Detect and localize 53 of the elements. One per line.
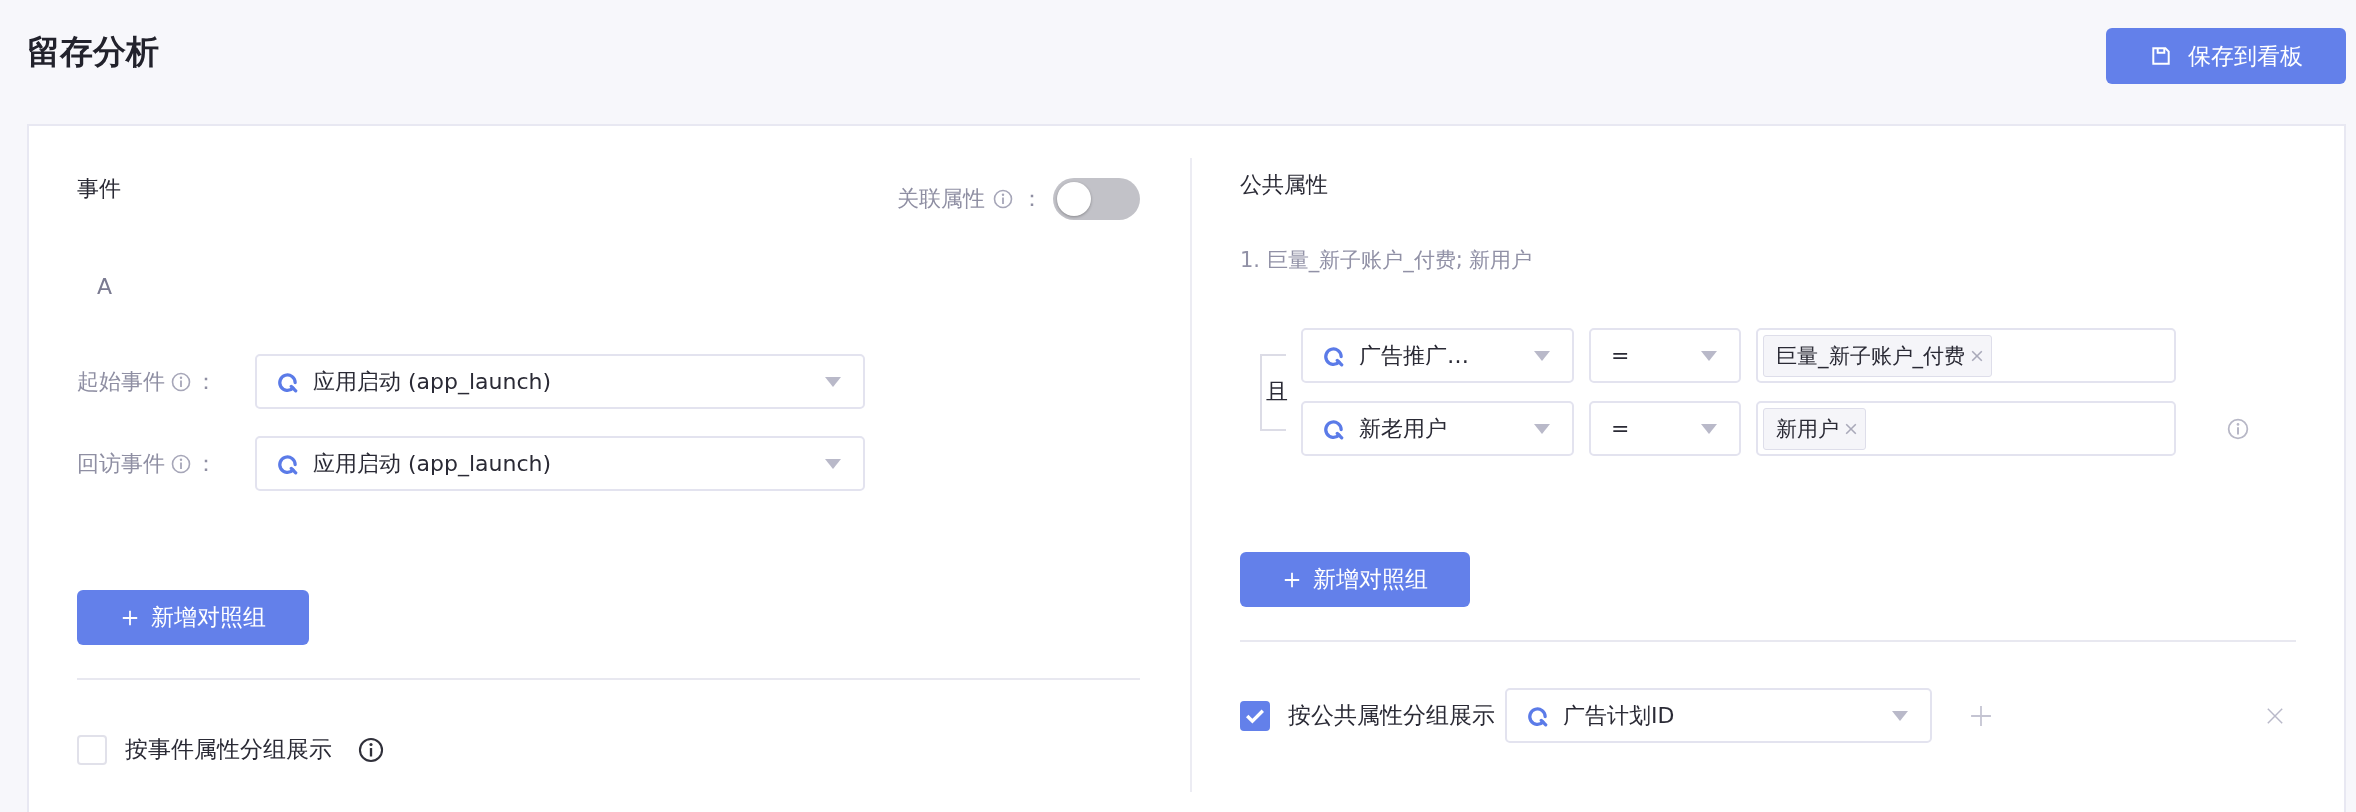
close-icon[interactable]	[1845, 422, 1857, 435]
property-select[interactable]: 广告计划ID	[1505, 688, 1932, 743]
operator-select[interactable]: =	[1589, 401, 1741, 456]
search-icon	[1323, 344, 1345, 367]
property-select[interactable]: 新老用户	[1301, 401, 1574, 456]
add-group-button[interactable]: 新增对照组	[1240, 552, 1470, 607]
colon: ：	[1021, 185, 1043, 213]
caret-icon	[1701, 423, 1717, 434]
search-icon	[277, 452, 299, 475]
field-label: 起始事件	[77, 367, 165, 396]
search-icon	[1527, 704, 1549, 727]
save-button[interactable]: 保存到看板	[2106, 28, 2346, 84]
value-field[interactable]: 新用户	[1756, 401, 2176, 456]
section-title: 公共属性	[1240, 172, 1328, 197]
event-select[interactable]: 应用启动 (app_launch)	[255, 354, 865, 409]
section-title: 事件	[77, 175, 121, 203]
info-icon	[993, 189, 1013, 209]
group-label: A	[97, 274, 114, 299]
operator-select[interactable]: =	[1589, 328, 1741, 383]
value-tag: 巨量_新子账户_付费	[1763, 334, 1992, 377]
close-icon[interactable]	[2266, 706, 2284, 725]
add-group-button[interactable]: 新增对照组	[77, 590, 309, 645]
search-icon	[277, 370, 299, 393]
property-select[interactable]: 广告推广…	[1301, 328, 1574, 383]
info-icon	[358, 736, 384, 763]
filter-summary: 1. 巨量_新子账户_付费; 新用户	[1240, 247, 1534, 274]
colon: ：	[195, 449, 218, 478]
caret-icon	[1534, 423, 1550, 434]
colon: ：	[195, 367, 218, 396]
save-icon	[2149, 45, 2172, 67]
plus-icon[interactable]	[1970, 704, 1992, 727]
plus-icon	[1282, 570, 1301, 589]
checkbox-label: 按事件属性分组展示	[125, 735, 332, 764]
info-icon	[171, 371, 191, 392]
info-icon	[2227, 417, 2249, 440]
page-title: 留存分析	[27, 31, 159, 73]
close-icon[interactable]	[1971, 349, 1983, 362]
caret-icon	[1534, 350, 1550, 361]
event-select[interactable]: 应用启动 (app_launch)	[255, 436, 865, 491]
plus-icon	[120, 608, 139, 627]
toggle-label: 关联属性	[897, 185, 985, 213]
checkbox[interactable]	[1240, 700, 1270, 731]
toggle-switch[interactable]	[1053, 178, 1140, 220]
search-icon	[1323, 417, 1345, 440]
field-label: 回访事件	[77, 449, 165, 478]
value-field[interactable]: 巨量_新子账户_付费	[1756, 328, 2176, 383]
caret-icon	[1892, 710, 1908, 721]
caret-icon	[825, 376, 841, 387]
caret-icon	[1701, 350, 1717, 361]
value-tag: 新用户	[1763, 407, 1866, 450]
info-icon	[171, 453, 191, 474]
caret-icon	[825, 458, 841, 469]
checkbox-label: 按公共属性分组展示	[1288, 701, 1495, 730]
